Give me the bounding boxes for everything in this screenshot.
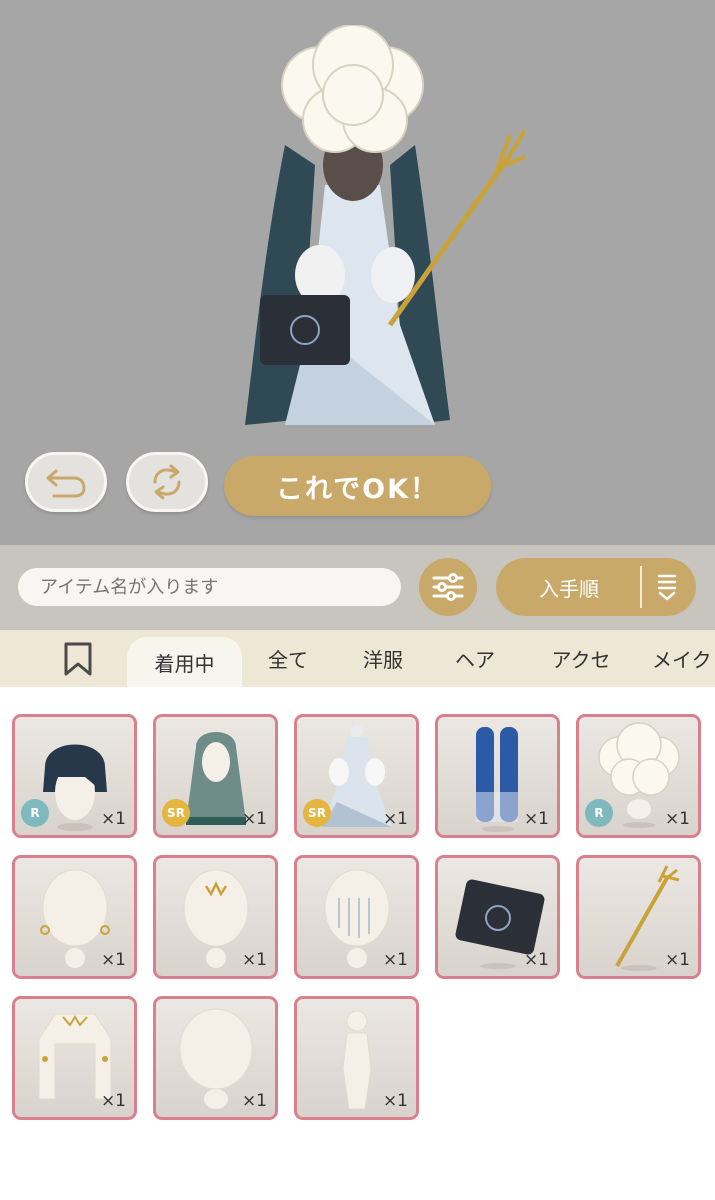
sort-label: 入手順	[539, 576, 599, 601]
refresh-icon	[153, 464, 181, 500]
item-quantity: ×1	[382, 950, 408, 970]
confirm-ok-button[interactable]: これでOK！	[224, 456, 491, 516]
undo-icon	[46, 469, 86, 498]
item-quantity: ×1	[241, 809, 267, 829]
sort-order-button[interactable]: 入手順	[496, 558, 696, 616]
item-card[interactable]: ×1	[153, 855, 278, 979]
rarity-badge: SR	[303, 799, 331, 827]
item-quantity: ×1	[523, 950, 549, 970]
tab-accessories[interactable]: アクセ	[534, 630, 628, 687]
item-card[interactable]: R ×1	[12, 714, 137, 838]
rarity-badge: R	[21, 799, 49, 827]
tab-hair[interactable]: ヘア	[437, 630, 513, 687]
item-card[interactable]: ×1	[435, 855, 560, 979]
bookmark-icon[interactable]	[62, 642, 94, 676]
item-card[interactable]: ×1	[576, 855, 701, 979]
item-card[interactable]: SR ×1	[294, 714, 419, 838]
item-card[interactable]: ×1	[153, 996, 278, 1120]
item-grid: R ×1 SR ×1 SR ×1 ×1 R ×1 ×1 ×1 ×1 ×1 ×1 …	[0, 687, 715, 1200]
item-quantity: ×1	[523, 809, 549, 829]
item-quantity: ×1	[100, 950, 126, 970]
tab-clothes[interactable]: 洋服	[345, 630, 421, 687]
item-quantity: ×1	[241, 1091, 267, 1111]
filter-button[interactable]	[419, 558, 477, 616]
filter-sliders-icon	[432, 573, 464, 601]
tab-all[interactable]: 全て	[250, 630, 326, 687]
rarity-badge: R	[585, 799, 613, 827]
item-card[interactable]: ×1	[294, 996, 419, 1120]
avatar-figure	[245, 25, 525, 425]
tab-wearing[interactable]: 着用中	[127, 637, 242, 687]
rarity-badge: SR	[162, 799, 190, 827]
item-card[interactable]: ×1	[12, 855, 137, 979]
category-tabs: 着用中 全て 洋服 ヘア アクセ メイク	[0, 630, 715, 687]
item-quantity: ×1	[664, 950, 690, 970]
undo-button[interactable]	[25, 452, 107, 512]
item-card[interactable]: ×1	[294, 855, 419, 979]
item-quantity: ×1	[100, 809, 126, 829]
item-quantity: ×1	[100, 1091, 126, 1111]
item-card[interactable]: ×1	[12, 996, 137, 1120]
sort-descending-icon[interactable]	[652, 572, 682, 602]
search-input[interactable]	[18, 568, 401, 606]
item-quantity: ×1	[664, 809, 690, 829]
avatar-preview: これでOK！	[0, 0, 715, 545]
reset-button[interactable]	[126, 452, 208, 512]
item-card[interactable]: SR ×1	[153, 714, 278, 838]
item-quantity: ×1	[241, 950, 267, 970]
tab-makeup[interactable]: メイク	[652, 630, 715, 687]
item-card[interactable]: R ×1	[576, 714, 701, 838]
item-quantity: ×1	[382, 809, 408, 829]
item-card[interactable]: ×1	[435, 714, 560, 838]
item-quantity: ×1	[382, 1091, 408, 1111]
sort-divider	[640, 566, 642, 608]
